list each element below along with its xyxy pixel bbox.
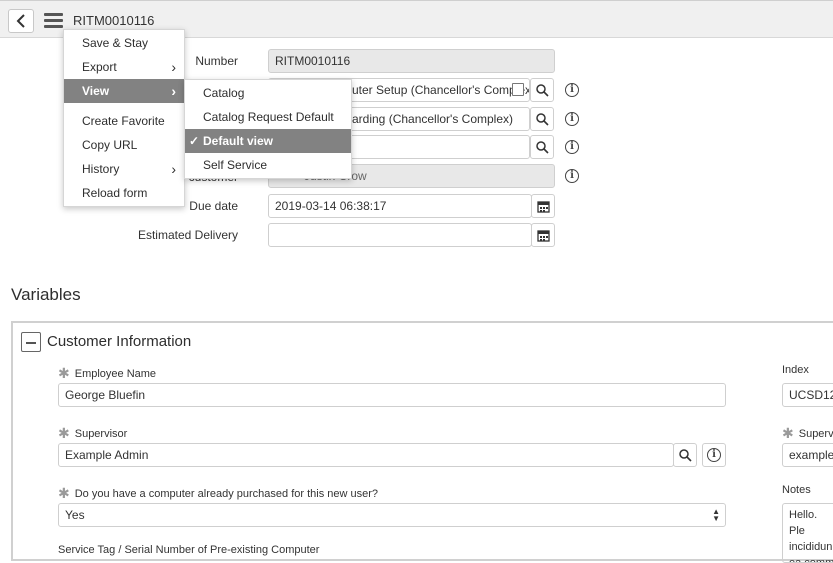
index-input[interactable]: UCSD123 xyxy=(782,383,833,407)
supervisor-info-button[interactable]: i xyxy=(702,443,726,467)
menu-item-save-stay[interactable]: Save & Stay xyxy=(64,31,184,55)
preview-icon[interactable] xyxy=(512,83,524,96)
asterisk-icon: ✱ xyxy=(58,365,70,381)
search-icon xyxy=(535,83,549,97)
view-option-label: Default view xyxy=(203,134,274,148)
computer-select[interactable]: Yes ▲ ▼ xyxy=(58,503,726,527)
customer-info-button[interactable]: i xyxy=(560,164,584,188)
menu-item-label: History xyxy=(82,162,120,176)
estimated-delivery-calendar-button[interactable] xyxy=(531,223,555,247)
menu-item-reload-form[interactable]: Reload form xyxy=(64,181,184,205)
service-tag-label: Service Tag / Serial Number of Pre-exist… xyxy=(58,544,320,556)
menu-item-history[interactable]: History › xyxy=(64,157,184,181)
view-submenu: Catalog Catalog Request Default ✓ Default… xyxy=(184,79,352,179)
view-option-catalog[interactable]: Catalog xyxy=(185,81,351,105)
employee-name-input[interactable]: George Bluefin xyxy=(58,383,726,407)
info-icon: i xyxy=(565,140,579,154)
back-button[interactable] xyxy=(8,9,34,33)
select-arrows-icon: ▲ ▼ xyxy=(712,507,720,523)
calendar-icon xyxy=(536,200,550,213)
menu-item-view[interactable]: View › xyxy=(64,79,184,103)
search-icon xyxy=(678,448,692,462)
menu-item-label: Reload form xyxy=(82,186,148,200)
supervisor-right-label-text: Superv xyxy=(798,428,833,440)
asterisk-icon: ✱ xyxy=(58,425,70,441)
checkmark-icon: ✓ xyxy=(189,134,200,148)
variables-heading: Variables xyxy=(11,285,81,304)
context-menu: Save & Stay Export › View › Create Favorit… xyxy=(63,29,185,207)
collapse-toggle-icon[interactable] xyxy=(21,332,41,352)
supervisor-right-input[interactable]: example xyxy=(782,443,833,467)
hamburger-icon[interactable] xyxy=(44,13,63,28)
chevron-left-icon xyxy=(16,14,25,28)
supervisor-label: ✱ Supervisor xyxy=(58,424,127,441)
menu-item-label: Copy URL xyxy=(82,138,138,152)
chevron-right-icon: › xyxy=(171,59,176,75)
view-option-catalog-request-default[interactable]: Catalog Request Default xyxy=(185,105,351,129)
supervisor-input[interactable]: Example Admin xyxy=(58,443,674,467)
computer-select-value: Yes xyxy=(65,508,85,522)
number-field: RITM0010116 xyxy=(268,49,555,73)
asterisk-icon: ✱ xyxy=(58,485,70,501)
third-search-button[interactable] xyxy=(530,135,554,159)
due-date-field[interactable]: 2019-03-14 06:38:17 xyxy=(268,194,532,218)
item-search-button[interactable] xyxy=(530,78,554,102)
record-title: RITM0010116 xyxy=(73,13,155,28)
third-info-button[interactable]: i xyxy=(560,135,584,159)
info-icon: i xyxy=(707,448,721,462)
menu-item-create-favorite[interactable]: Create Favorite xyxy=(64,109,184,133)
menu-item-copy-url[interactable]: Copy URL xyxy=(64,133,184,157)
estimated-delivery-field[interactable] xyxy=(268,223,532,247)
chevron-right-icon: › xyxy=(171,161,176,177)
menu-item-export[interactable]: Export › xyxy=(64,55,184,79)
notes-label: Notes xyxy=(782,484,811,496)
supervisor-right-label: ✱ Superv xyxy=(782,424,833,441)
view-option-label: Catalog Request Default xyxy=(203,110,334,124)
computer-question-label: ✱ Do you have a computer already purchase… xyxy=(58,484,378,501)
item-field-value: uter Setup (Chancellor's Complex) xyxy=(352,83,530,97)
employee-name-label-text: Employee Name xyxy=(74,368,157,380)
search-icon xyxy=(535,112,549,126)
calendar-icon xyxy=(536,229,550,242)
info-icon: i xyxy=(565,169,579,183)
search-icon xyxy=(535,140,549,154)
menu-item-label: Create Favorite xyxy=(82,114,165,128)
notes-textarea[interactable]: Hello. Ple incididun ea comm xyxy=(782,503,833,563)
index-label: Index xyxy=(782,364,809,376)
request-info-button[interactable]: i xyxy=(560,107,584,131)
supervisor-search-button[interactable] xyxy=(673,443,697,467)
view-option-default-view[interactable]: ✓ Default view xyxy=(185,129,351,153)
view-option-self-service[interactable]: Self Service xyxy=(185,153,351,177)
request-search-button[interactable] xyxy=(530,107,554,131)
menu-item-label: Export xyxy=(82,60,117,74)
chevron-right-icon: › xyxy=(171,83,176,99)
asterisk-icon: ✱ xyxy=(782,425,794,441)
view-option-label: Self Service xyxy=(203,158,268,172)
info-icon: i xyxy=(565,112,579,126)
info-icon: i xyxy=(565,83,579,97)
computer-question-text: Do you have a computer already purchased… xyxy=(74,488,379,500)
view-option-label: Catalog xyxy=(203,86,245,100)
estimated-delivery-label: Estimated Delivery xyxy=(137,228,238,242)
menu-item-label: View xyxy=(82,84,110,98)
panel-title: Customer Information xyxy=(47,333,192,350)
due-date-calendar-button[interactable] xyxy=(531,194,555,218)
supervisor-label-text: Supervisor xyxy=(74,428,128,440)
item-info-button[interactable]: i xyxy=(560,78,584,102)
menu-item-label: Save & Stay xyxy=(82,36,149,50)
request-field-value: arding (Chancellor's Complex) xyxy=(352,112,514,126)
employee-name-label: ✱ Employee Name xyxy=(58,364,156,381)
